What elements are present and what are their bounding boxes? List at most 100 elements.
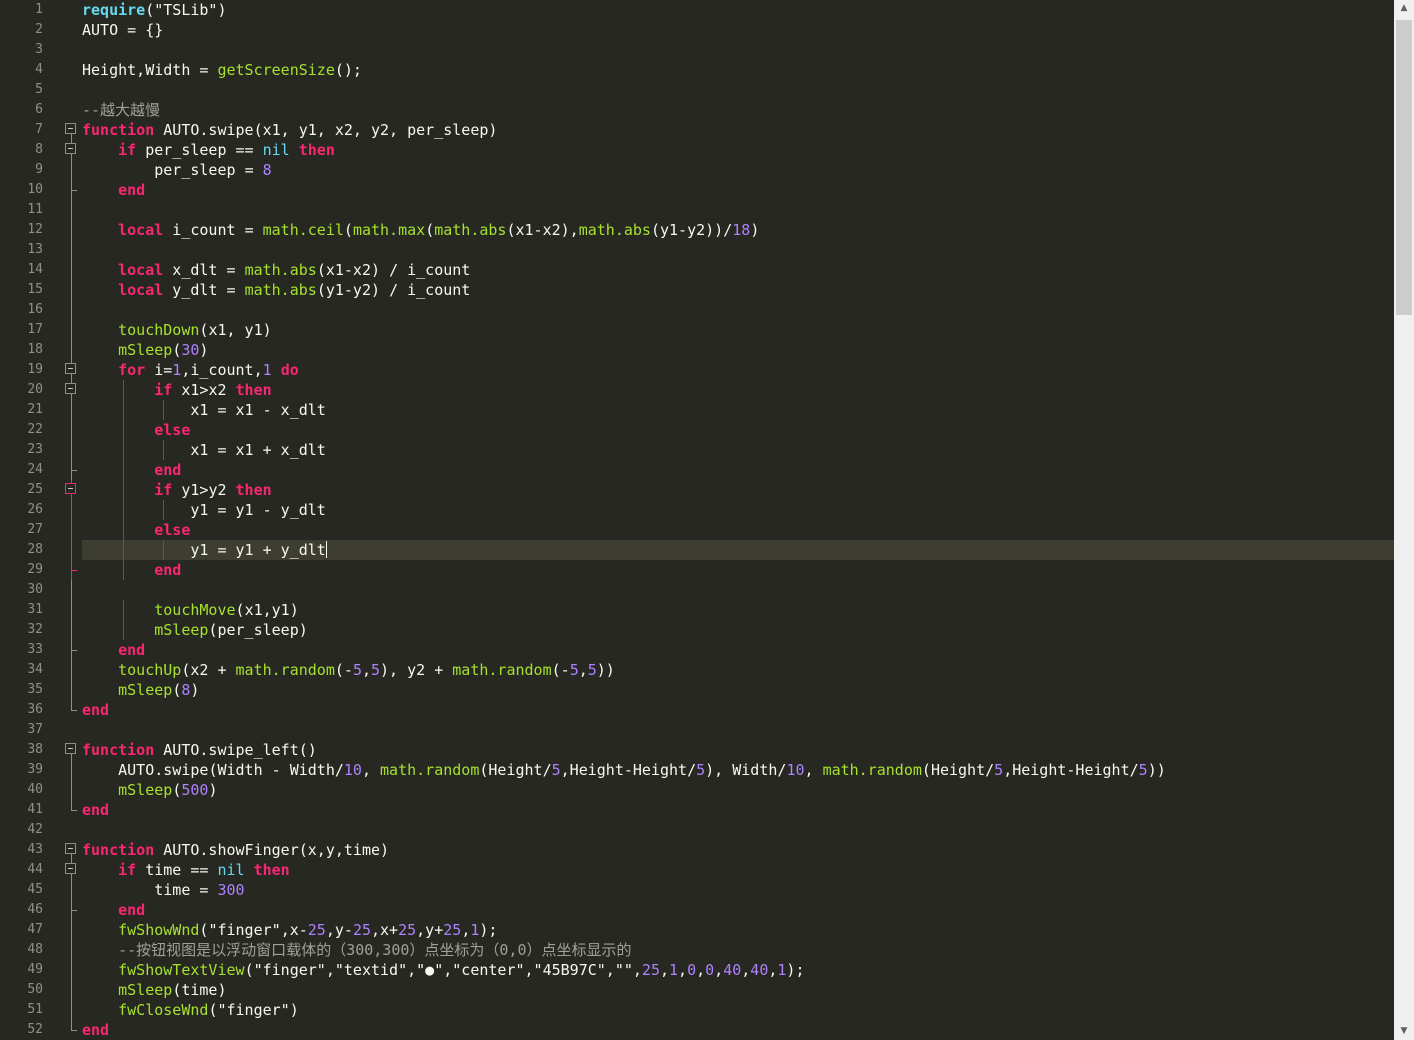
code-line[interactable]: touchDown(x1, y1) <box>82 320 1394 340</box>
code-token: ,y- <box>325 921 353 939</box>
code-line[interactable]: x1 = x1 - x_dlt <box>82 400 1394 420</box>
gutter-line: 45 <box>0 880 82 900</box>
code-token: ), <box>705 761 724 779</box>
code-line[interactable]: end <box>82 180 1394 200</box>
line-number: 21 <box>27 402 43 417</box>
gutter-line: 34 <box>0 660 82 680</box>
code-line[interactable] <box>82 580 1394 600</box>
code-line[interactable]: x1 = x1 + x_dlt <box>82 440 1394 460</box>
code-line[interactable] <box>82 820 1394 840</box>
fold-guide <box>71 320 72 340</box>
code-line[interactable]: if y1>y2 then <box>82 480 1394 500</box>
code-line[interactable]: for i=1,i_count,1 do <box>82 360 1394 380</box>
code-line[interactable]: fwCloseWnd("finger") <box>82 1000 1394 1020</box>
code-line[interactable]: fwShowWnd("finger",x-25,y-25,x+25,y+25,1… <box>82 920 1394 940</box>
code-line[interactable]: AUTO.swipe(Width - Width/10, math.random… <box>82 760 1394 780</box>
code-line[interactable]: else <box>82 420 1394 440</box>
code-line[interactable]: end <box>82 560 1394 580</box>
gutter-line: 25 <box>0 480 82 500</box>
code-line[interactable]: end <box>82 460 1394 480</box>
code-line[interactable]: touchMove(x1,y1) <box>82 600 1394 620</box>
code-token: i_count <box>398 261 471 279</box>
code-line[interactable]: if per_sleep == nil then <box>82 140 1394 160</box>
code-line[interactable]: fwShowTextView("finger","textid","●","ce… <box>82 960 1394 980</box>
fold-toggle-icon[interactable] <box>65 123 76 134</box>
code-line[interactable]: if time == nil then <box>82 860 1394 880</box>
code-token: x1-x2 <box>515 221 561 239</box>
line-number: 50 <box>27 982 43 997</box>
code-line[interactable]: --越大越慢 <box>82 100 1394 120</box>
line-number: 6 <box>35 102 43 117</box>
code-line[interactable]: if x1>x2 then <box>82 380 1394 400</box>
vertical-scrollbar[interactable]: ▲ ▼ <box>1394 0 1414 1040</box>
code-line[interactable]: function AUTO.swipe(x1, y1, x2, y2, per_… <box>82 120 1394 140</box>
fold-toggle-icon[interactable] <box>65 483 76 494</box>
code-token: y2 <box>208 481 236 499</box>
line-number: 20 <box>27 382 43 397</box>
code-line[interactable]: else <box>82 520 1394 540</box>
fold-toggle-icon[interactable] <box>65 143 76 154</box>
code-line[interactable]: mSleep(500) <box>82 780 1394 800</box>
code-token: )) <box>705 221 724 239</box>
code-token: 10 <box>786 761 805 779</box>
code-line[interactable] <box>82 720 1394 740</box>
fold-toggle-icon[interactable] <box>65 863 76 874</box>
code-line[interactable]: local y_dlt = math.abs(y1-y2) / i_count <box>82 280 1394 300</box>
fold-toggle-icon[interactable] <box>65 743 76 754</box>
fold-guide <box>71 300 72 320</box>
code-token: math.random <box>452 661 552 679</box>
code-line[interactable]: local x_dlt = math.abs(x1-x2) / i_count <box>82 260 1394 280</box>
line-number: 13 <box>27 242 43 257</box>
code-line[interactable]: y1 = y1 - y_dlt <box>82 500 1394 520</box>
code-line[interactable] <box>82 300 1394 320</box>
code-line[interactable] <box>82 240 1394 260</box>
code-line[interactable]: mSleep(30) <box>82 340 1394 360</box>
code-line[interactable]: time = 300 <box>82 880 1394 900</box>
code-token: ) <box>190 681 200 699</box>
code-line[interactable]: end <box>82 900 1394 920</box>
code-line[interactable]: per_sleep = 8 <box>82 160 1394 180</box>
code-token: "finger" <box>217 1001 290 1019</box>
code-line[interactable] <box>82 200 1394 220</box>
code-token: else <box>154 421 191 439</box>
scroll-down-button[interactable]: ▼ <box>1394 1023 1414 1040</box>
code-line[interactable] <box>82 40 1394 60</box>
code-line[interactable]: end <box>82 800 1394 820</box>
code-line[interactable]: --按钮视图是以浮动窗口载体的（300,300）点坐标为（0,0）点坐标显示的 <box>82 940 1394 960</box>
code-line[interactable]: mSleep(8) <box>82 680 1394 700</box>
gutter-line: 16 <box>0 300 82 320</box>
fold-toggle-icon[interactable] <box>65 363 76 374</box>
code-token: ) <box>371 261 381 279</box>
scroll-up-button[interactable]: ▲ <box>1394 0 1414 17</box>
line-number: 33 <box>27 642 43 657</box>
line-number: 48 <box>27 942 43 957</box>
code-line[interactable]: AUTO = {} <box>82 20 1394 40</box>
code-token: )) <box>596 661 615 679</box>
code-line[interactable]: y1 = y1 + y_dlt <box>82 540 1394 560</box>
code-line[interactable] <box>82 80 1394 100</box>
code-line[interactable]: require("TSLib") <box>82 0 1394 20</box>
gutter-line: 38 <box>0 740 82 760</box>
indent-guide <box>123 380 124 400</box>
code-line[interactable]: end <box>82 1020 1394 1040</box>
code-line[interactable]: end <box>82 640 1394 660</box>
code-line[interactable]: end <box>82 700 1394 720</box>
code-token: ) <box>298 621 308 639</box>
scrollbar-thumb[interactable] <box>1396 20 1412 315</box>
fold-toggle-icon[interactable] <box>65 383 76 394</box>
fold-guide <box>71 800 72 810</box>
code-line[interactable]: local i_count = math.ceil(math.max(math.… <box>82 220 1394 240</box>
code-editor[interactable]: 1 2 3 4 5 6 7 8 9 10 11 12 13 14 15 16 17 18 19 20 21 22 23 24 2… <box>0 0 1414 1040</box>
code-token: if <box>154 381 173 399</box>
code-token: time <box>136 861 191 879</box>
code-line[interactable]: function AUTO.swipe_left() <box>82 740 1394 760</box>
code-area[interactable]: require("TSLib") AUTO = {} Height,Width = … <box>82 0 1394 1040</box>
code-line[interactable]: mSleep(per_sleep) <box>82 620 1394 640</box>
code-token: 30 <box>181 341 200 359</box>
code-line[interactable]: Height,Width = getScreenSize(); <box>82 60 1394 80</box>
code-line[interactable]: function AUTO.showFinger(x,y,time) <box>82 840 1394 860</box>
code-token: ( <box>145 1 155 19</box>
fold-toggle-icon[interactable] <box>65 843 76 854</box>
code-line[interactable]: mSleep(time) <box>82 980 1394 1000</box>
code-line[interactable]: touchUp(x2 + math.random(-5,5), y2 + mat… <box>82 660 1394 680</box>
